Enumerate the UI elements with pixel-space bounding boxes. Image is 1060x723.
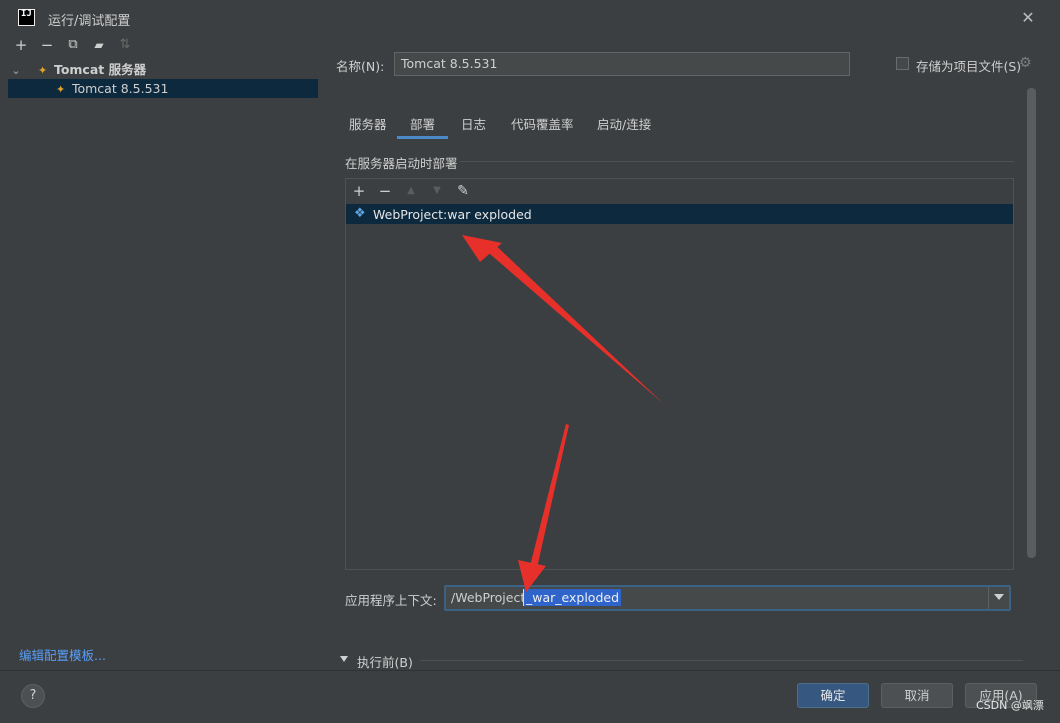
app-logo-icon: IJ: [18, 9, 35, 26]
tab-code-coverage[interactable]: 代码覆盖率: [511, 114, 574, 133]
tree-item-label: Tomcat 8.5.531: [71, 81, 169, 96]
remove-icon[interactable]: −: [38, 36, 56, 54]
sort-icon[interactable]: ⇅: [116, 36, 134, 54]
gear-icon[interactable]: ⚙: [1019, 55, 1032, 71]
watermark: CSDN @飒漂: [976, 699, 1044, 712]
tomcat-icon: ✦: [55, 83, 66, 96]
store-as-project-file-checkbox[interactable]: [896, 57, 909, 70]
tree-item-tomcat-group[interactable]: ⌄ ✦ Tomcat 服务器: [8, 60, 318, 79]
text-caret: [523, 589, 524, 606]
tab-server[interactable]: 服务器: [349, 114, 387, 133]
cancel-button[interactable]: 取消: [881, 683, 953, 708]
title-bar: [0, 0, 1060, 34]
chevron-down-icon[interactable]: ⌄: [8, 61, 24, 80]
artifact-label: WebProject:war exploded: [373, 207, 532, 222]
application-context-selected-text: _war_exploded: [524, 589, 622, 606]
tab-startup-connection[interactable]: 启动/连接: [597, 114, 651, 133]
close-button[interactable]: ✕: [1018, 8, 1038, 28]
edit-templates-link[interactable]: 编辑配置模板...: [19, 645, 106, 664]
artifact-icon: ❖: [354, 206, 366, 221]
section-title: 在服务器启动时部署: [345, 156, 458, 171]
window-title: 运行/调试配置: [48, 14, 131, 29]
name-label: 名称(N):: [336, 59, 385, 74]
before-launch-label[interactable]: 执行前(B): [357, 652, 413, 671]
expand-triangle-icon[interactable]: [340, 656, 348, 662]
configuration-tree: ⌄ ✦ Tomcat 服务器 ✦ Tomcat 8.5.531: [8, 60, 318, 660]
folder-icon[interactable]: ▰: [90, 36, 108, 54]
active-tab-indicator: [397, 136, 448, 139]
move-down-icon[interactable]: ▼: [428, 182, 446, 200]
tab-deployment[interactable]: 部署: [410, 114, 435, 133]
copy-icon[interactable]: ⧉: [64, 36, 82, 54]
move-up-icon[interactable]: ▲: [402, 182, 420, 200]
application-context-value: /WebProject: [451, 590, 526, 605]
store-as-project-file-label: 存储为项目文件(S): [916, 59, 1022, 74]
add-icon[interactable]: +: [12, 36, 30, 54]
section-divider: [460, 161, 1014, 162]
tab-logs[interactable]: 日志: [461, 114, 486, 133]
ok-button[interactable]: 确定: [797, 683, 869, 708]
edit-icon[interactable]: ✎: [454, 182, 472, 200]
vertical-scrollbar[interactable]: [1027, 88, 1036, 558]
artifact-list-panel: [345, 178, 1014, 570]
help-button[interactable]: ?: [21, 684, 45, 708]
remove-icon[interactable]: −: [376, 182, 394, 200]
application-context-label: 应用程序上下文:: [345, 593, 437, 608]
artifact-toolbar: + − ▲ ▼ ✎: [346, 179, 1013, 203]
name-input[interactable]: Tomcat 8.5.531: [394, 52, 850, 76]
tree-item-tomcat-config[interactable]: ✦ Tomcat 8.5.531: [8, 79, 318, 98]
tree-item-label: Tomcat 服务器: [53, 62, 147, 77]
chevron-down-icon: [994, 594, 1004, 600]
section-divider: [420, 660, 1023, 661]
add-icon[interactable]: +: [350, 182, 368, 200]
tomcat-icon: ✦: [37, 64, 48, 77]
